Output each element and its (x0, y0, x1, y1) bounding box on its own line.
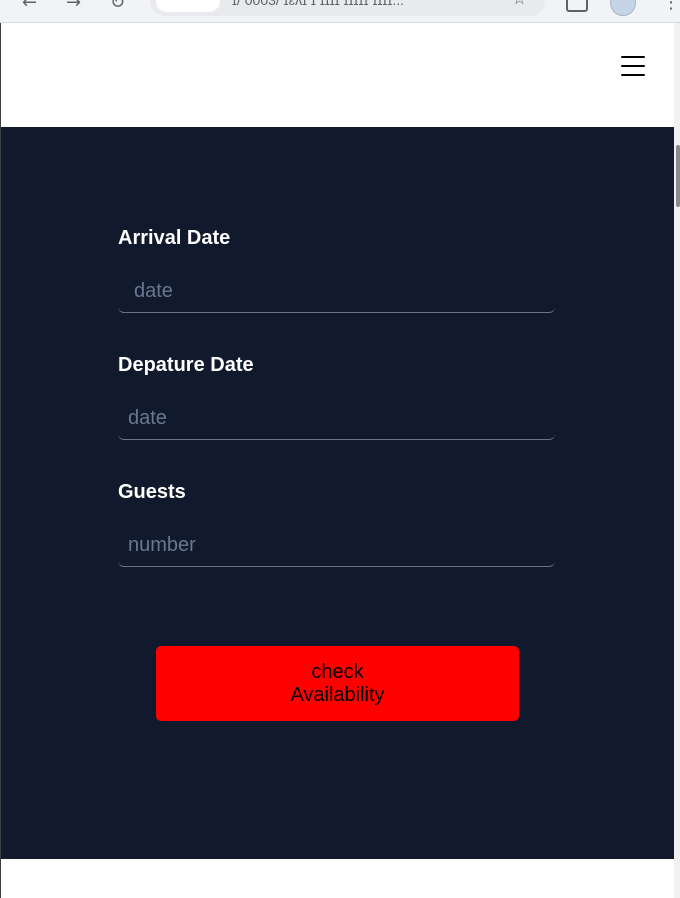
page-footer (1, 859, 674, 898)
browser-menu-icon[interactable]: ⋮ (662, 0, 680, 13)
booking-form-section (1, 127, 674, 859)
check-availability-line-2: Availability (290, 683, 385, 706)
address-bar-url: ɪ/ 0003/ ɪɛʌɪ ɪ ɪɪɪɪ ɪɪɪɪɪ ɪɪɪɪ... (232, 0, 405, 8)
back-arrow-icon[interactable]: ← (22, 0, 37, 13)
forward-arrow-icon[interactable]: → (66, 0, 81, 13)
check-availability-button[interactable]: check Availability (156, 646, 519, 721)
reload-icon[interactable]: ↻ (110, 0, 125, 13)
bookmark-star-icon[interactable]: ☆ (512, 0, 527, 9)
scrollbar-thumb[interactable] (676, 145, 680, 207)
site-info-chip[interactable] (156, 0, 220, 12)
profile-avatar[interactable] (610, 0, 636, 16)
browser-toolbar: ← → ↻ ɪ/ 0003/ ɪɛʌɪ ɪ ɪɪɪɪ ɪɪɪɪɪ ɪɪɪɪ...… (0, 0, 680, 23)
address-bar[interactable]: ɪ/ 0003/ ɪɛʌɪ ɪ ɪɪɪɪ ɪɪɪɪɪ ɪɪɪɪ... ☆ (150, 0, 545, 16)
arrival-date-input[interactable] (118, 271, 555, 313)
guests-input[interactable] (118, 525, 555, 567)
site-header (1, 23, 674, 127)
hamburger-menu-icon[interactable] (621, 55, 645, 77)
check-availability-line-1: check (311, 660, 364, 683)
departure-date-input[interactable] (118, 398, 555, 440)
departure-date-label: Depature Date (118, 354, 254, 376)
tab-search-icon[interactable] (566, 0, 588, 12)
arrival-date-label: Arrival Date (118, 227, 231, 249)
guests-label: Guests (118, 481, 186, 503)
